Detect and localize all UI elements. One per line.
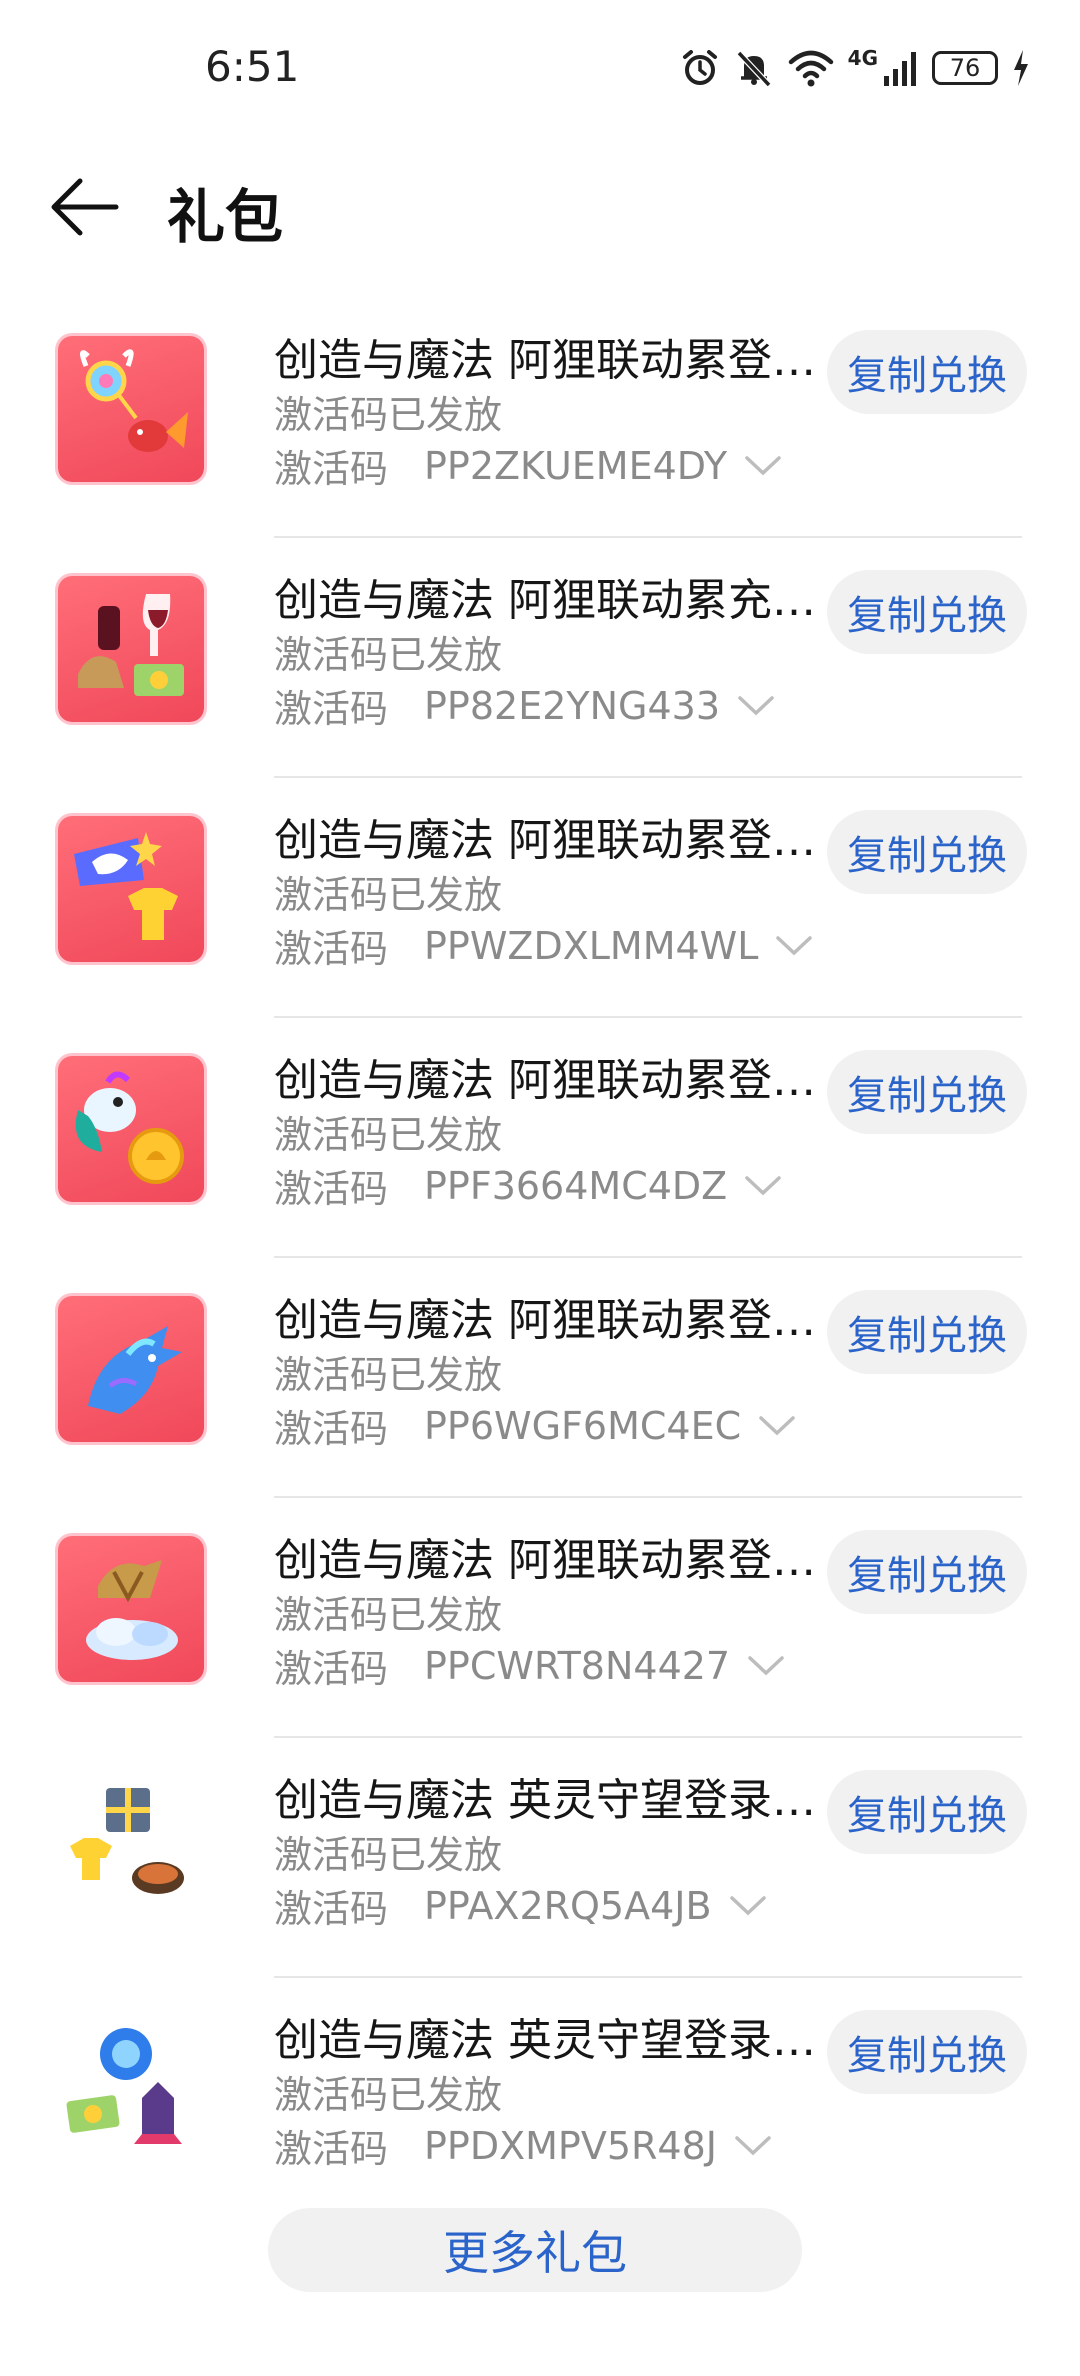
item-status: 激活码已发放: [274, 1593, 503, 1637]
copy-redeem-button[interactable]: 复制兑换: [827, 1770, 1027, 1854]
item-title: 创造与魔法 英灵守望登录礼包: [274, 2015, 834, 2066]
code-row[interactable]: 激活码 PPF3664MC4DZ: [274, 1158, 783, 1213]
code-value: PP2ZKUEME4DY: [424, 443, 728, 488]
back-arrow-icon[interactable]: [46, 175, 122, 239]
item-status: 激活码已发放: [274, 1833, 503, 1877]
copy-redeem-button[interactable]: 复制兑换: [827, 330, 1027, 414]
divider: [274, 536, 1022, 538]
copy-redeem-button[interactable]: 复制兑换: [827, 1530, 1027, 1614]
gift-icon-hat-cloud: [58, 1536, 204, 1682]
more-gifts-button[interactable]: 更多礼包: [268, 2208, 802, 2292]
divider: [274, 1256, 1022, 1258]
code-label: 激活码: [274, 687, 389, 731]
code-label: 激活码: [274, 1167, 389, 1211]
item-title: 创造与魔法 阿狸联动累登礼包: [274, 815, 834, 866]
chevron-down-icon[interactable]: [733, 2134, 773, 2158]
code-value: PP82E2YNG433: [424, 683, 720, 728]
network-label: 4G: [847, 46, 878, 70]
gift-icon-wine-hat: [58, 576, 204, 722]
chevron-down-icon[interactable]: [736, 694, 776, 718]
item-status: 激活码已发放: [274, 873, 503, 917]
divider: [274, 1736, 1022, 1738]
chevron-down-icon[interactable]: [743, 454, 783, 478]
item-title: 创造与魔法 阿狸联动累登礼包: [274, 335, 834, 386]
copy-redeem-button[interactable]: 复制兑换: [827, 2010, 1027, 2094]
gift-item: 创造与魔法 阿狸联动累登礼包 激活码已发放 激活码 PP2ZKUEME4DY 复…: [0, 320, 1080, 560]
code-label: 激活码: [274, 2127, 389, 2171]
code-row[interactable]: 激活码 PPWZDXLMM4WL: [274, 918, 814, 973]
item-status: 激活码已发放: [274, 393, 503, 437]
code-value: PPWZDXLMM4WL: [424, 923, 759, 968]
code-row[interactable]: 激活码 PP6WGF6MC4EC: [274, 1398, 797, 1453]
code-row[interactable]: 激活码 PPAX2RQ5A4JB: [274, 1878, 768, 1933]
gift-icon-unicorn-shirt: [58, 816, 204, 962]
code-value: PP6WGF6MC4EC: [424, 1403, 742, 1448]
gift-item: 创造与魔法 阿狸联动累登礼包 激活码已发放 激活码 PPF3664MC4DZ 复…: [0, 1040, 1080, 1280]
code-label: 激活码: [274, 1887, 389, 1931]
status-time: 6:51: [205, 42, 300, 91]
code-value: PPDXMPV5R48J: [424, 2123, 717, 2168]
mute-icon: [736, 50, 771, 88]
item-title: 创造与魔法 阿狸联动累登礼包: [274, 1535, 834, 1586]
item-status: 激活码已发放: [274, 2073, 503, 2117]
gift-item: 创造与魔法 阿狸联动累充礼包 激活码已发放 激活码 PP82E2YNG433 复…: [0, 560, 1080, 800]
code-value: PPAX2RQ5A4JB: [424, 1883, 712, 1928]
alarm-icon: [682, 50, 717, 85]
charging-icon: [1014, 50, 1028, 86]
code-label: 激活码: [274, 1647, 389, 1691]
gift-item: 创造与魔法 英灵守望登录礼包 激活码已发放 激活码 PPDXMPV5R48J 复…: [0, 2000, 1080, 2240]
code-value: PPF3664MC4DZ: [424, 1163, 728, 1208]
battery-icon: 76: [932, 51, 998, 85]
code-row[interactable]: 激活码 PP82E2YNG433: [274, 678, 776, 733]
gift-icon-dragon: [58, 1296, 204, 1442]
code-row[interactable]: 激活码 PPDXMPV5R48J: [274, 2118, 773, 2173]
item-status: 激活码已发放: [274, 1353, 503, 1397]
signal-icon: [884, 52, 916, 86]
status-icons: 4G 76: [680, 44, 1030, 92]
gift-item: 创造与魔法 阿狸联动累登礼包 激活码已发放 激活码 PPWZDXLMM4WL 复…: [0, 800, 1080, 1040]
code-value: PPCWRT8N4427: [424, 1643, 731, 1688]
code-label: 激活码: [274, 927, 389, 971]
divider: [274, 776, 1022, 778]
wifi-icon: [788, 50, 833, 87]
gift-icon-parrot-coin: [58, 1056, 204, 1202]
item-status: 激活码已发放: [274, 1113, 503, 1157]
copy-redeem-button[interactable]: 复制兑换: [827, 810, 1027, 894]
divider: [274, 1976, 1022, 1978]
copy-redeem-button[interactable]: 复制兑换: [827, 1290, 1027, 1374]
item-status: 激活码已发放: [274, 633, 503, 677]
chevron-down-icon[interactable]: [757, 1414, 797, 1438]
item-title: 创造与魔法 阿狸联动累登礼包: [274, 1295, 834, 1346]
code-label: 激活码: [274, 1407, 389, 1451]
item-title: 创造与魔法 阿狸联动累登礼包: [274, 1055, 834, 1106]
item-title: 创造与魔法 阿狸联动累充礼包: [274, 575, 834, 626]
code-row[interactable]: 激活码 PPCWRT8N4427: [274, 1638, 786, 1693]
divider: [274, 1016, 1022, 1018]
copy-redeem-button[interactable]: 复制兑换: [827, 1050, 1027, 1134]
code-row[interactable]: 激活码 PP2ZKUEME4DY: [274, 438, 783, 493]
status-bar: 6:51 4G 76: [0, 0, 1080, 140]
chevron-down-icon[interactable]: [728, 1894, 768, 1918]
gift-icon-orb-ticket-rocket: [58, 2016, 204, 2162]
header: 礼包: [0, 150, 1080, 270]
divider: [274, 1496, 1022, 1498]
chevron-down-icon[interactable]: [774, 934, 814, 958]
gift-list: 创造与魔法 阿狸联动累登礼包 激活码已发放 激活码 PP2ZKUEME4DY 复…: [0, 320, 1080, 2240]
code-label: 激活码: [274, 447, 389, 491]
item-title: 创造与魔法 英灵守望登录礼包: [274, 1775, 834, 1826]
copy-redeem-button[interactable]: 复制兑换: [827, 570, 1027, 654]
chevron-down-icon[interactable]: [743, 1174, 783, 1198]
gift-item: 创造与魔法 英灵守望登录礼包 激活码已发放 激活码 PPAX2RQ5A4JB 复…: [0, 1760, 1080, 2000]
page-title: 礼包: [167, 183, 284, 251]
gift-icon-lollipop-fish: [58, 336, 204, 482]
gift-item: 创造与魔法 阿狸联动累登礼包 激活码已发放 激活码 PPCWRT8N4427 复…: [0, 1520, 1080, 1760]
chevron-down-icon[interactable]: [746, 1654, 786, 1678]
gift-icon-box-shirt-food: [58, 1776, 204, 1922]
gift-item: 创造与魔法 阿狸联动累登礼包 激活码已发放 激活码 PP6WGF6MC4EC 复…: [0, 1280, 1080, 1520]
